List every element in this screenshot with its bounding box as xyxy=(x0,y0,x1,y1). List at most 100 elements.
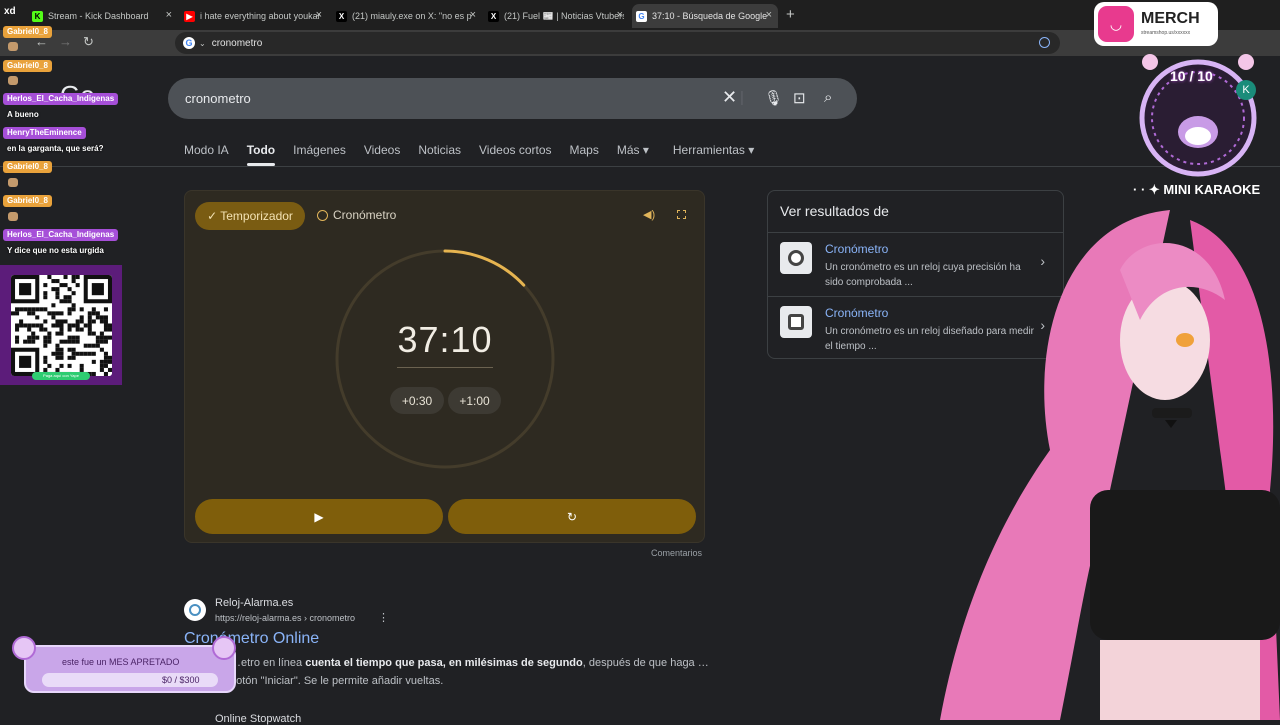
mascot-icon: ◡ xyxy=(1098,6,1134,42)
tab-modo-ia[interactable]: Modo IA xyxy=(184,143,229,165)
tab-title: 37:10 - Búsqueda de Google xyxy=(652,11,768,21)
stopwatch-icon xyxy=(317,209,328,221)
url-text: cronometro xyxy=(211,37,263,49)
emote-icon xyxy=(8,212,18,221)
close-icon[interactable]: × xyxy=(766,9,772,21)
fullscreen-icon[interactable] xyxy=(677,210,686,219)
reload-button[interactable]: ↻ xyxy=(83,34,94,50)
browser-toolbar: ← → ↻ G ⌄ cronometro xyxy=(0,30,1280,56)
site-favicon xyxy=(184,599,206,621)
mic-icon[interactable]: 🎙 xyxy=(764,89,783,107)
timer-underline xyxy=(397,367,493,368)
chat-message: Y dice que no esta urgida xyxy=(7,246,104,255)
tab-kick[interactable]: K Stream - Kick Dashboard × xyxy=(28,4,178,28)
more-options-icon[interactable]: ⋮ xyxy=(378,611,389,624)
reset-button[interactable]: ↻ xyxy=(448,499,696,534)
tab-maps[interactable]: Maps xyxy=(570,143,599,165)
search-box[interactable]: cronometro ✕ | 🎙 ⊡ ⌕ xyxy=(168,78,857,119)
mascot-icon xyxy=(12,636,36,660)
volume-icon[interactable]: ◀) xyxy=(643,208,655,221)
chat-username: Gabriel0_8 xyxy=(3,195,52,207)
avatar[interactable]: K xyxy=(1236,80,1256,100)
merch-url: streamshop.us/xxxxxx xyxy=(1141,30,1191,36)
timer-display[interactable]: 37:10 xyxy=(381,319,509,361)
tab-mas[interactable]: Más ▾ xyxy=(617,143,649,165)
stopwatch-thumbnail xyxy=(780,242,812,274)
tab-todo[interactable]: Todo xyxy=(246,143,276,166)
kick-icon: K xyxy=(32,10,43,22)
chevron-down-icon[interactable]: ⌄ xyxy=(199,39,206,48)
result-site-name[interactable]: Reloj-Alarma.es xyxy=(215,597,293,609)
feedback-link[interactable]: Comentarios xyxy=(651,548,702,558)
emote-icon xyxy=(8,42,18,51)
tab-imagenes[interactable]: Imágenes xyxy=(293,143,346,165)
snippet-text: …etro en línea xyxy=(230,657,306,669)
google-icon: G xyxy=(636,10,647,22)
address-bar[interactable]: G ⌄ cronometro xyxy=(175,32,1060,54)
clear-icon[interactable]: ✕ xyxy=(722,87,737,108)
google-icon: G xyxy=(183,37,195,49)
add-1min-button[interactable]: +1:00 xyxy=(448,387,501,414)
tab-title: Stream - Kick Dashboard xyxy=(48,11,149,21)
panel-header: Ver resultados de xyxy=(780,203,889,219)
tab-videos[interactable]: Videos xyxy=(364,143,400,165)
tab-title: (21) Fuel 📰 | Noticias Vtubers d xyxy=(504,10,624,21)
timer-widget: ✓ Temporizador Cronómetro ◀) 37:10 +0:30… xyxy=(184,190,705,543)
chat-username: HenryTheEminence xyxy=(3,127,86,139)
emote-icon xyxy=(8,178,18,187)
new-tab-button[interactable]: + xyxy=(786,6,795,23)
panel-item-title[interactable]: Cronómetro xyxy=(825,306,888,320)
result-snippet: …etro en línea cuenta el tiempo que pasa… xyxy=(230,654,710,690)
lens-icon[interactable]: ⊡ xyxy=(793,89,806,107)
cronometro-button[interactable]: Cronómetro xyxy=(317,208,396,222)
panel-item-title[interactable]: Cronómetro xyxy=(825,242,888,256)
chat-username: Herlos_El_Cacha_Indigenas xyxy=(3,93,119,105)
stopwatch-thumbnail xyxy=(780,306,812,338)
globe-icon[interactable] xyxy=(1039,37,1050,48)
goal-amount: $0 / $300 xyxy=(162,675,200,685)
chat-username: Gabriel0_8 xyxy=(3,60,52,72)
counter-badge: 10 / 10 xyxy=(1128,50,1268,180)
tab-title: (21) miauly.exe on X: "no es por xyxy=(352,11,472,21)
temporizador-button[interactable]: ✓ Temporizador xyxy=(195,202,305,230)
close-icon[interactable]: × xyxy=(166,9,172,21)
close-icon[interactable]: × xyxy=(617,9,623,21)
tab-noticias[interactable]: Noticias xyxy=(418,143,461,165)
overlay-label: xd xyxy=(4,6,16,17)
tab-herramientas[interactable]: Herramientas ▾ xyxy=(673,143,754,165)
chat-username: Gabriel0_8 xyxy=(3,26,52,38)
donation-goal-bar: este fue un MES APRETADO $0 / $300 xyxy=(24,645,236,693)
tab-x-miauly[interactable]: X (21) miauly.exe on X: "no es por × xyxy=(332,4,482,28)
counter-text: 10 / 10 xyxy=(1170,68,1213,84)
search-nav-tabs: Modo IA Todo Imágenes Videos Noticias Vi… xyxy=(184,143,772,166)
next-result-site[interactable]: Online Stopwatch xyxy=(215,713,301,725)
tab-title: i hate everything about youkara xyxy=(200,11,320,21)
forward-button[interactable]: → xyxy=(59,34,72,49)
youtube-icon: ▶ xyxy=(184,10,195,22)
result-url[interactable]: https://reloj-alarma.es › cronometro xyxy=(215,613,355,623)
tab-videos-cortos[interactable]: Videos cortos xyxy=(479,143,552,165)
search-icon[interactable]: ⌕ xyxy=(824,89,832,106)
tab-bar: K Stream - Kick Dashboard × ▶ i hate eve… xyxy=(0,0,1280,30)
chat-message: A bueno xyxy=(7,110,39,119)
x-icon: X xyxy=(336,10,347,22)
vtuber-avatar xyxy=(940,210,1280,720)
close-icon[interactable]: × xyxy=(316,9,322,21)
emote-icon xyxy=(8,76,18,85)
x-icon: X xyxy=(488,10,499,22)
search-input[interactable]: cronometro xyxy=(185,91,251,106)
tab-youtube[interactable]: ▶ i hate everything about youkara × xyxy=(180,4,328,28)
add-30s-button[interactable]: +0:30 xyxy=(390,387,444,414)
mascot-icon xyxy=(212,636,236,660)
goal-label: este fue un MES APRETADO xyxy=(62,657,180,667)
merch-label: MERCH xyxy=(1141,10,1200,27)
chat-username: Gabriel0_8 xyxy=(3,161,52,173)
merch-banner: ◡ MERCH streamshop.us/xxxxxx xyxy=(1094,2,1218,46)
tab-x-fuel[interactable]: X (21) Fuel 📰 | Noticias Vtubers d × xyxy=(484,4,629,28)
qr-caption: Paga aquí con Yape xyxy=(32,372,90,380)
play-button[interactable]: ▶ xyxy=(195,499,443,534)
header-divider xyxy=(0,166,1280,167)
close-icon[interactable]: × xyxy=(470,9,476,21)
donation-qr-panel xyxy=(0,265,122,385)
tab-google-active[interactable]: G 37:10 - Búsqueda de Google × xyxy=(632,4,778,28)
